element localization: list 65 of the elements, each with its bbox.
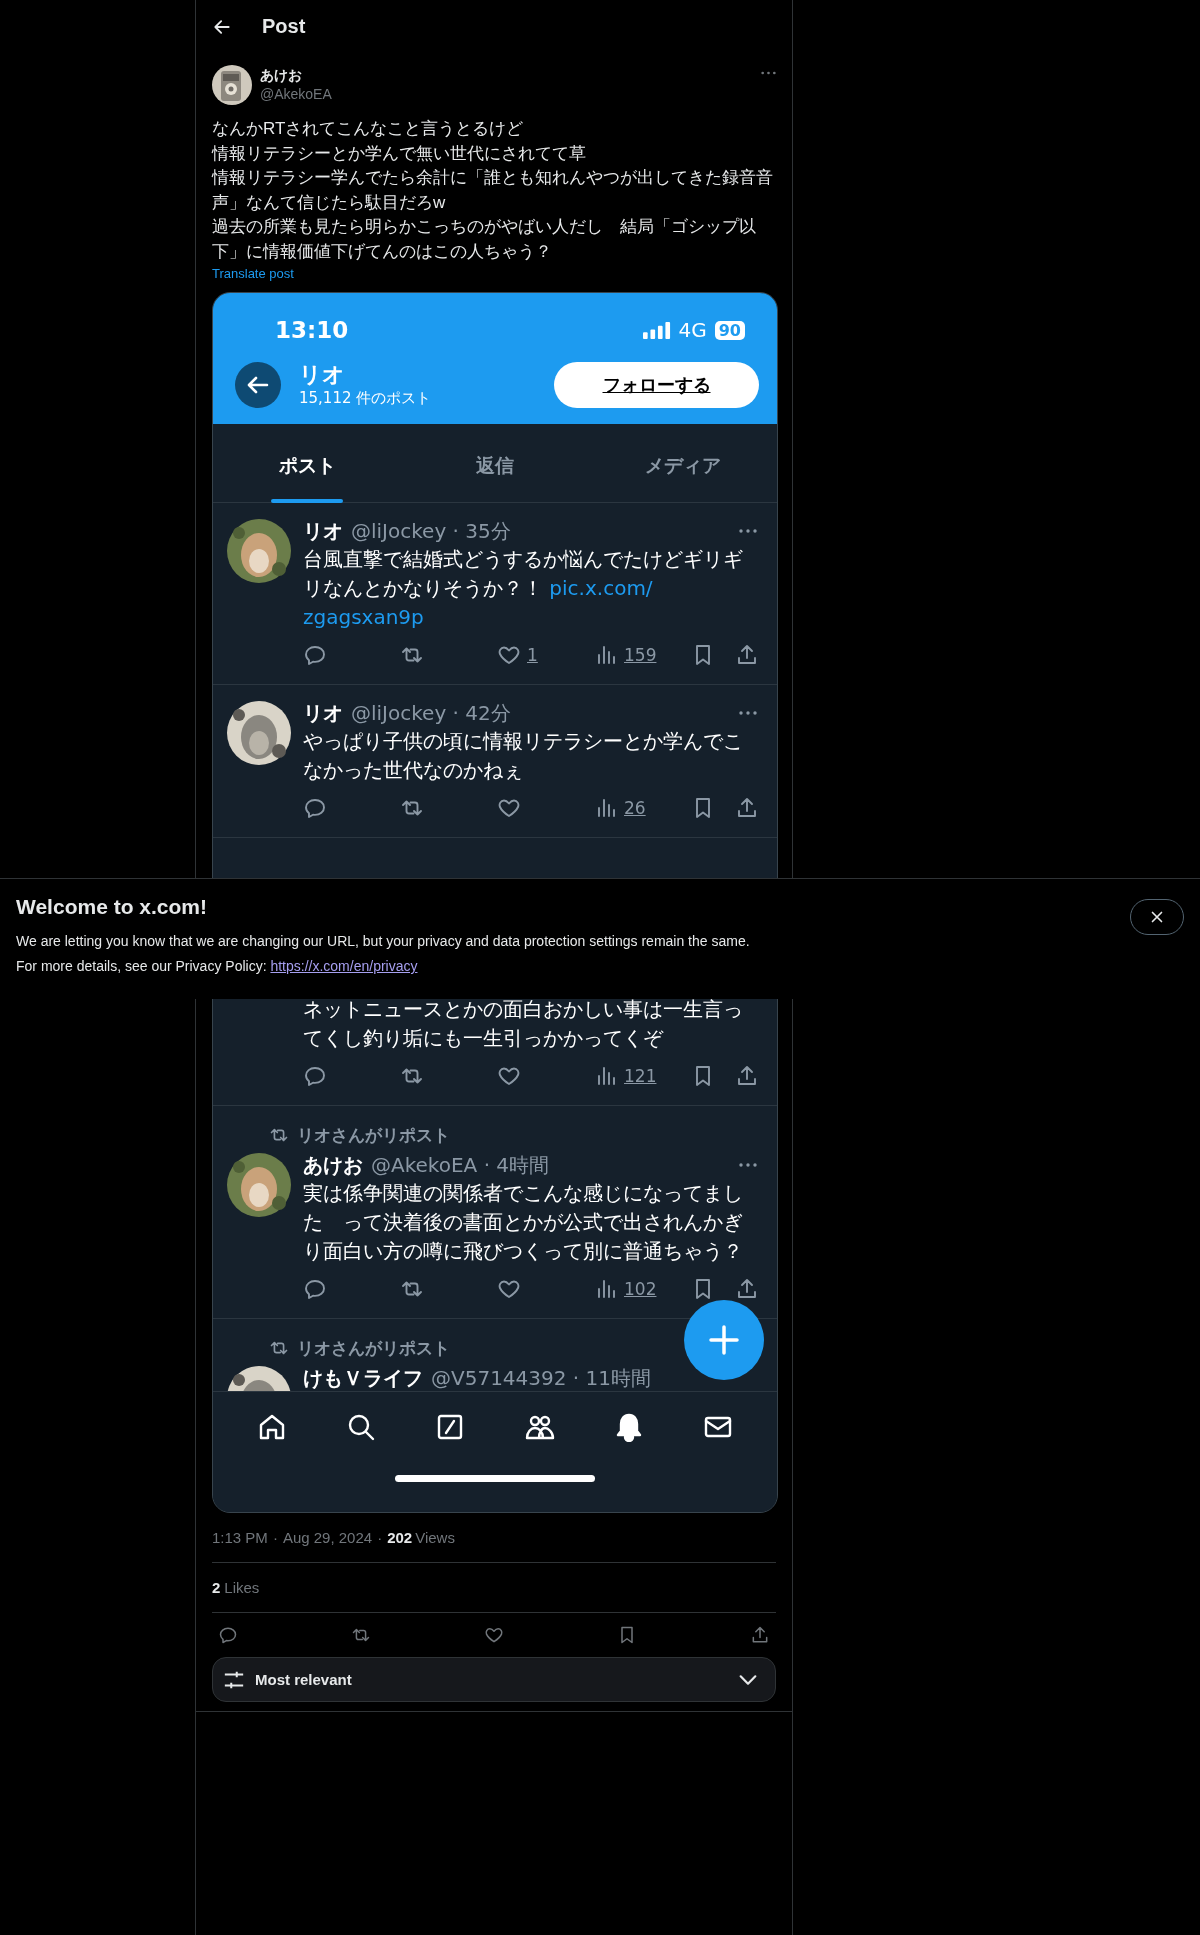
- author-name[interactable]: あけお: [260, 66, 753, 85]
- post-meta: @AkekoEA · 4時間: [371, 1151, 551, 1179]
- post-text: 実は係争関連の関係者でこんな感じになってました って決着後の書面とかが公式で出されんかぎり面白い方の噂に飛びつくって別に普通ちゃう？: [303, 1180, 744, 1265]
- sort-dropdown[interactable]: Most relevant: [212, 1657, 776, 1702]
- post-text-line: なんかRTされてこんなこと言うとるけど: [212, 118, 525, 140]
- banner-title: Welcome to x.com!: [16, 895, 208, 919]
- more-icon: [739, 711, 757, 715]
- post-date: Aug 29, 2024: [282, 1529, 373, 1546]
- view-count: 202: [387, 1529, 413, 1546]
- sort-label: Most relevant: [255, 1671, 353, 1688]
- repost-label: リオさんがリポスト: [297, 1123, 450, 1147]
- author-name: リオ: [303, 517, 343, 545]
- banner-text: For more details, see our Privacy Policy:: [16, 958, 267, 974]
- separator-dot: ·: [272, 1529, 278, 1546]
- share-icon[interactable]: [750, 1625, 770, 1645]
- reply-icon[interactable]: [218, 1625, 238, 1645]
- views-label: Views: [415, 1529, 455, 1546]
- separator-dot: ·: [377, 1529, 383, 1546]
- more-icon: [739, 1163, 757, 1167]
- post-meta: @V57144392 · 11時間: [431, 1364, 652, 1391]
- status-time: 13:10: [275, 317, 349, 343]
- post-text: 台風直撃で結婚式どうするか悩んでたけどギリギリなんとかなりそうか？！ pic.x.com/ zgagsxan9p: [303, 546, 744, 631]
- author-name: けもＶライフ: [303, 1364, 423, 1391]
- post-text-line: 情報リテラシー学んでたら余計に「誰とも知れんやつが出してきた録音音声」なんて信じたら駄目だろw: [212, 167, 774, 214]
- tab-label: ポスト: [278, 453, 336, 478]
- view-count: 102: [624, 1278, 657, 1299]
- profile-name: リオ: [299, 361, 346, 388]
- post-meta: @liJockey · 42分: [351, 699, 512, 727]
- back-icon: [235, 361, 281, 408]
- author-name: あけお: [303, 1151, 363, 1179]
- author-name: リオ: [303, 699, 343, 727]
- view-count: 159: [624, 644, 657, 665]
- search-icon: [346, 1412, 376, 1442]
- tab-label: 返信: [476, 453, 514, 478]
- post-text-line: 情報リテラシーとか学んで無い世代にされてて草: [212, 142, 587, 165]
- post-time: 1:13 PM: [212, 1529, 268, 1546]
- post-text: ネットニュースとかの面白おかしい事は一生言ってくし釣り垢にも一生引っかかってくぞ: [303, 996, 744, 1052]
- post-text-line: 過去の所業も見たら明らかこっちのがやばい人だし 結局「ゴシップ以下」に情報価値下げてんのはこの人ちゃう？: [212, 216, 757, 263]
- banner-text: We are letting you know that we are changing our URL, but your privacy and data protection settings remain the same.: [16, 932, 750, 951]
- like-count: 1: [527, 644, 538, 665]
- post-meta: @liJockey · 35分: [351, 517, 512, 545]
- repost-label: リオさんがリポスト: [297, 1336, 450, 1360]
- likes-label[interactable]: Likes: [224, 1579, 260, 1596]
- tab-label: メディア: [645, 453, 721, 478]
- view-count: 121: [624, 1065, 657, 1086]
- post-count: 15,112 件のポスト: [299, 387, 433, 408]
- more-icon: [739, 529, 757, 533]
- translate-link[interactable]: Translate post: [212, 266, 294, 281]
- network-label: 4G: [678, 318, 707, 342]
- like-icon[interactable]: [484, 1625, 504, 1645]
- post-text: やっぱり子供の頃に情報リテラシーとか学んでこなかった世代なのかねぇ: [303, 728, 744, 784]
- share-icon: [735, 1276, 759, 1301]
- share-icon: [735, 795, 759, 820]
- close-button[interactable]: [1130, 899, 1184, 935]
- battery-level: 90: [714, 320, 745, 340]
- tab-indicator: [271, 499, 343, 503]
- view-count: 26: [624, 797, 646, 818]
- privacy-link[interactable]: https://x.com/en/privacy: [270, 958, 418, 974]
- share-icon: [735, 642, 759, 667]
- share-icon: [735, 1063, 759, 1088]
- page-title: Post: [262, 15, 306, 38]
- signal-icon: [642, 321, 671, 339]
- more-icon[interactable]: [761, 71, 776, 75]
- author-handle[interactable]: @AkekoEA: [260, 85, 753, 104]
- like-count[interactable]: 2: [212, 1579, 221, 1596]
